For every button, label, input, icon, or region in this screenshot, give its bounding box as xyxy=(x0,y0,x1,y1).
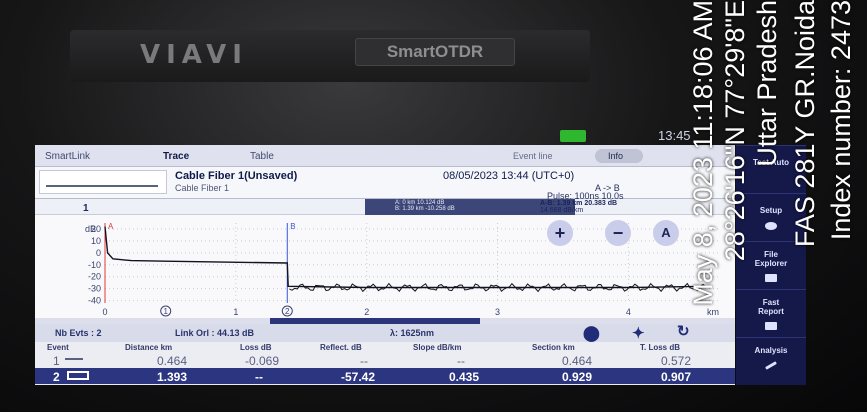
cell-distance: 0.464 xyxy=(157,354,188,368)
marker-b-label: B xyxy=(290,222,295,231)
x-tick-label: 1 xyxy=(233,307,238,317)
trace-header: Cable Fiber 1(Unsaved) Cable Fiber 1 08/… xyxy=(35,167,735,201)
refresh-icon[interactable]: ↻ xyxy=(677,322,690,340)
zoom-out-button[interactable]: − xyxy=(605,220,631,246)
y-tick-label: -20 xyxy=(88,272,101,282)
otdr-trace-chart[interactable]: 20 10 0 -10 -20 -30 -40 0 1 2 3 4 km dB A B 1 2 + − A xyxy=(35,215,735,318)
overlay-coords: 28°26'16"N 77°29'8"E xyxy=(720,0,750,262)
x-tick-label: 4 xyxy=(626,307,631,317)
cell-loss: -- xyxy=(255,370,263,384)
overlay-state: Uttar Pradesh xyxy=(752,0,782,167)
x-tick-label: 2 xyxy=(364,307,369,317)
otdr-screen: SmartLink Trace Table Event line Info Ca… xyxy=(35,145,735,385)
cell-loss: -0.069 xyxy=(245,354,280,368)
col-event: Event xyxy=(47,343,69,352)
marker-bar: 1 A: 0 km 10.124 dB B: 1.39 km -10.258 d… xyxy=(35,199,735,215)
table-row[interactable]: 1 0.464 -0.069 -- -- 0.464 0.572 xyxy=(35,352,735,368)
trace-number[interactable]: 1 xyxy=(83,203,89,214)
analysis-button[interactable]: Analysis xyxy=(736,337,806,385)
overlay-site: FAS 281Y GR.Noida xyxy=(790,0,820,248)
otdr-device: VIAVI SmartOTDR 13:45 SmartLink Trace Ta… xyxy=(0,0,867,412)
clock: 13:45 xyxy=(658,128,691,143)
thumbnail-trace-line xyxy=(46,185,158,187)
tab-bar: SmartLink Trace Table Event line Info xyxy=(35,145,735,167)
cell-reflect: -- xyxy=(360,354,368,368)
info-label: Info xyxy=(608,151,624,161)
event-marker-label: 2 xyxy=(285,307,290,316)
cell-slope: -- xyxy=(457,354,465,368)
analysis-icon xyxy=(765,361,777,370)
overlay-index: Index number: 2473 xyxy=(826,0,856,241)
cell-section: 0.464 xyxy=(562,354,593,368)
y-unit-label: dB xyxy=(85,224,96,234)
cable-subtitle: Cable Fiber 1 xyxy=(175,183,230,193)
pin-icon[interactable]: ✦ xyxy=(632,324,645,342)
event-table: Event Distance km Loss dB Reflect. dB Sl… xyxy=(35,342,735,385)
fast-report-label: Fast Report xyxy=(758,298,784,316)
launch-icon xyxy=(65,358,83,360)
x-tick-label: 3 xyxy=(495,307,500,317)
tab-trace[interactable]: Trace xyxy=(163,151,189,162)
connector-icon xyxy=(67,371,89,380)
x-tick-label: 0 xyxy=(102,307,107,317)
col-section: Section km xyxy=(532,343,575,352)
tab-table[interactable]: Table xyxy=(250,151,274,162)
col-reflect: Reflect. dB xyxy=(320,343,362,352)
event-count: Nb Evts : 2 xyxy=(55,328,102,338)
cell-section: 0.929 xyxy=(562,370,593,384)
y-tick-label: -10 xyxy=(88,260,101,270)
event-marker-label: 1 xyxy=(163,307,168,316)
marker-a-label: A xyxy=(108,222,114,231)
trace-thumbnail[interactable] xyxy=(39,170,167,194)
report-icon xyxy=(765,322,777,330)
cell-reflect: -57.42 xyxy=(341,370,376,384)
col-tloss: T. Loss dB xyxy=(640,343,681,352)
fast-report-button[interactable]: Fast Report xyxy=(736,289,806,337)
zoom-in-button[interactable]: + xyxy=(547,220,573,246)
cell-tloss: 0.572 xyxy=(661,354,692,368)
col-slope: Slope dB/km xyxy=(413,343,462,352)
y-tick-label: -40 xyxy=(88,296,101,306)
folder-icon xyxy=(765,274,777,282)
model-label: SmartOTDR xyxy=(355,38,515,66)
cell-tloss: 0.907 xyxy=(661,370,692,384)
link-orl: Link Orl : 44.13 dB xyxy=(175,328,255,338)
event-table-header: Event Distance km Loss dB Reflect. dB Sl… xyxy=(35,342,735,352)
overlay-date: May 8, 2023 11:18:06 AM xyxy=(688,0,718,306)
y-tick-label: 0 xyxy=(96,248,101,258)
cell-event: 2 xyxy=(53,370,60,384)
table-row[interactable]: 2 1.393 -- -57.42 0.435 0.929 0.907 xyxy=(35,368,735,384)
tab-smartlink[interactable]: SmartLink xyxy=(45,151,90,162)
auto-zoom-button[interactable]: A xyxy=(653,220,679,246)
col-distance: Distance km xyxy=(125,343,173,352)
acquisition-datetime: 08/05/2023 13:44 (UTC+0) xyxy=(443,170,575,182)
location-pin-icon[interactable]: ⬤ xyxy=(583,324,600,342)
gear-icon xyxy=(765,222,777,230)
cell-event: 1 xyxy=(53,354,60,368)
wavelength: λ: 1625nm xyxy=(390,328,435,338)
col-loss: Loss dB xyxy=(240,343,272,352)
cell-distance: 1.393 xyxy=(157,370,188,384)
cable-name: Cable Fiber 1(Unsaved) xyxy=(175,170,298,182)
x-unit-label: km xyxy=(707,307,719,317)
event-line-label: Event line xyxy=(513,151,553,161)
cell-slope: 0.435 xyxy=(449,370,480,384)
y-tick-label: -30 xyxy=(88,284,101,294)
link-summary: Nb Evts : 2 Link Orl : 44.13 dB λ: 1625n… xyxy=(35,322,735,342)
battery-icon xyxy=(560,130,586,142)
brand-logo: VIAVI xyxy=(140,40,248,70)
analysis-label: Analysis xyxy=(754,346,788,355)
y-tick-label: 10 xyxy=(91,236,101,246)
